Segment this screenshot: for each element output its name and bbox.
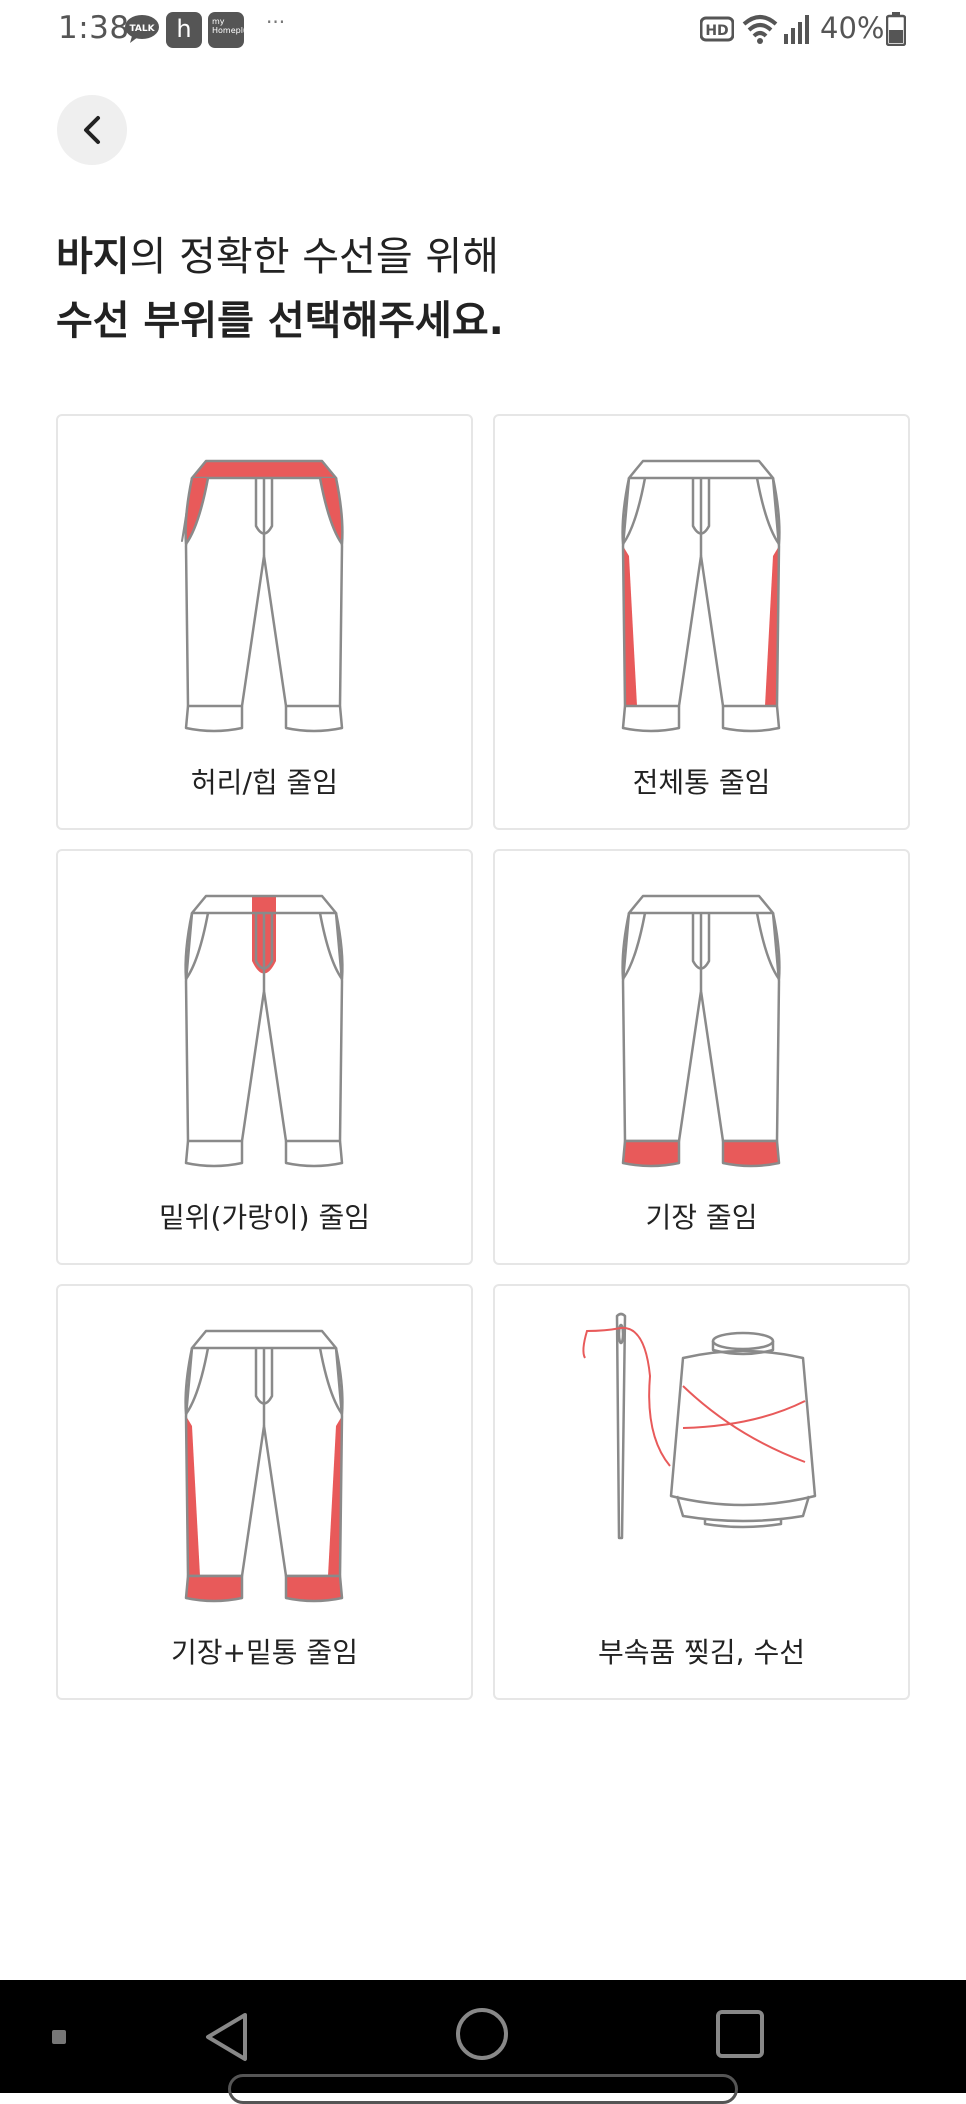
signal-icon <box>784 15 809 44</box>
battery-percent: 40% <box>820 11 885 45</box>
option-label: 부속품 찢김, 수선 <box>597 1636 806 1669</box>
title-item-name: 바지 <box>56 234 130 280</box>
option-label: 전체통 줄임 <box>632 766 771 799</box>
title-line-1: 바지의 정확한 수선을 위해 <box>56 225 504 289</box>
more-notifications-icon: ··· <box>266 10 286 34</box>
wifi-icon <box>742 15 778 44</box>
pants-crotch-icon <box>184 894 344 1168</box>
nav-menu-dot-icon[interactable] <box>52 2030 66 2044</box>
hd-voice-icon: HD <box>700 16 734 42</box>
nav-recent-apps-icon[interactable] <box>716 2010 764 2058</box>
option-card-length-hem[interactable]: 기장+밑통 줄임 <box>56 1284 473 1700</box>
title-line-1-rest: 의 정확한 수선을 위해 <box>129 234 499 280</box>
chevron-left-icon <box>84 116 100 144</box>
pants-waist-hip-icon <box>181 459 344 733</box>
needle-thread-icon <box>582 1312 817 1540</box>
svg-text:HD: HD <box>705 23 728 39</box>
option-card-length[interactable]: 기장 줄임 <box>493 849 910 1265</box>
option-card-full-width[interactable]: 전체통 줄임 <box>493 414 910 830</box>
kakaotalk-icon: TALK <box>125 15 159 43</box>
talk-icon-text: TALK <box>129 24 155 34</box>
system-nav-bar <box>0 1980 966 2104</box>
nav-back-icon[interactable] <box>200 2010 254 2064</box>
battery-icon <box>886 12 906 46</box>
h-app-icon: h <box>166 12 202 48</box>
option-card-waist-hip[interactable]: 허리/힙 줄임 <box>56 414 473 830</box>
option-label: 허리/힙 줄임 <box>190 766 339 799</box>
title-line-2: 수선 부위를 선택해주세요. <box>56 298 504 344</box>
pants-full-width-icon <box>621 459 781 733</box>
repair-option-grid: 허리/힙 줄임 전체통 줄임 밑위(가랑이) 줄임 기장 줄임 기장+밑통 줄임… <box>56 414 910 1700</box>
pants-length-icon <box>621 894 781 1168</box>
status-time: 1:38 <box>58 10 130 46</box>
my-homeplus-icon: my Homeplus <box>208 12 252 48</box>
gesture-handle[interactable] <box>228 2074 738 2104</box>
option-card-crotch[interactable]: 밑위(가랑이) 줄임 <box>56 849 473 1265</box>
option-label: 기장+밑통 줄임 <box>171 1636 358 1669</box>
page-title: 바지의 정확한 수선을 위해 수선 부위를 선택해주세요. <box>56 225 504 353</box>
pants-length-hem-icon <box>184 1329 344 1603</box>
nav-home-icon[interactable] <box>456 2008 508 2060</box>
option-label: 기장 줄임 <box>645 1201 758 1234</box>
status-bar: 1:38 TALK h my Homeplus ··· HD 40% <box>0 0 966 62</box>
option-label: 밑위(가랑이) 줄임 <box>158 1201 371 1234</box>
back-button[interactable] <box>57 95 127 165</box>
option-card-accessories[interactable]: 부속품 찢김, 수선 <box>493 1284 910 1700</box>
